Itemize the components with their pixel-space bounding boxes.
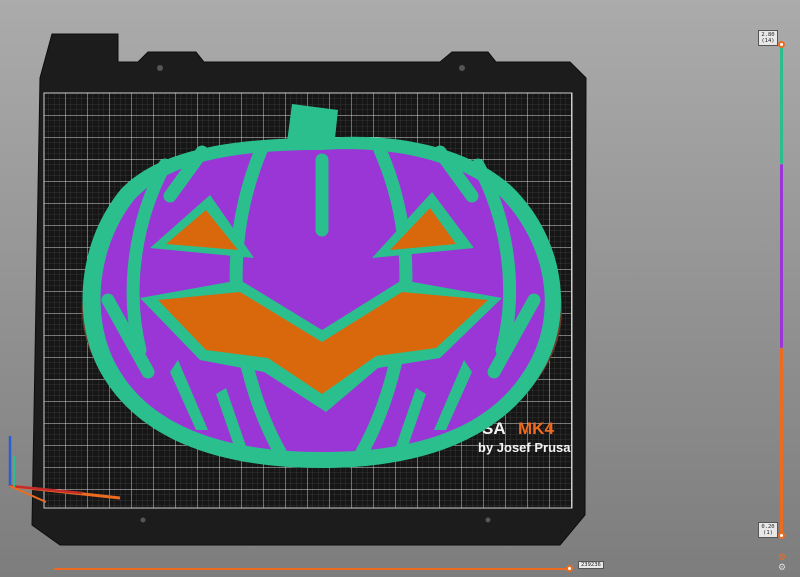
moves-counter: 239236 (578, 561, 604, 569)
brand-byline: by Josef Prusa (478, 440, 571, 455)
moves-slider[interactable] (54, 565, 574, 573)
layer-track-top (780, 46, 783, 164)
layer-slider[interactable] (778, 40, 786, 539)
3d-viewport[interactable]: SA MK4 by Josef Prusa (0, 0, 800, 577)
layer-slider-top-handle[interactable] (778, 41, 785, 48)
top-layer-label: 2.80 (14) (758, 30, 778, 46)
bottom-layer-index: (1) (763, 530, 773, 536)
top-layer-index: (14) (761, 38, 775, 44)
cog-icon[interactable]: ⚙ (778, 553, 786, 562)
moves-track (54, 568, 572, 570)
layer-track-middle (780, 164, 783, 348)
layer-slider-bottom-handle[interactable] (778, 532, 785, 539)
layer-track-bottom (780, 348, 783, 533)
brand-model: MK4 (518, 419, 554, 438)
bottom-layer-label: 0.20 (1) (758, 522, 778, 538)
settings-icon[interactable]: ⚙ (778, 563, 786, 572)
moves-slider-handle[interactable] (566, 565, 573, 572)
